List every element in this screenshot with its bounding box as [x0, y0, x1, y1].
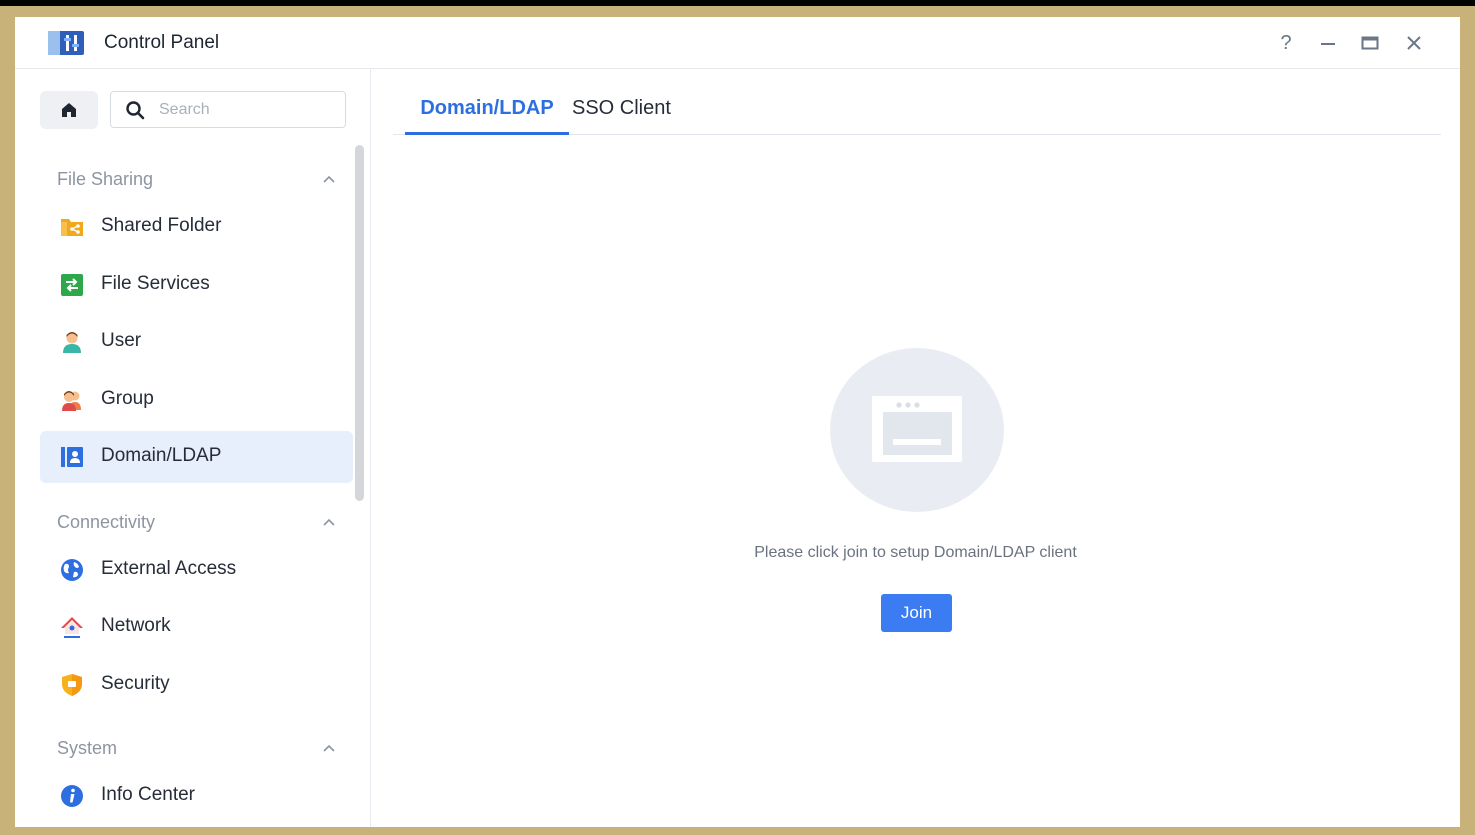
sidebar-item-shared-folder[interactable]: Shared Folder [40, 201, 353, 253]
network-icon [61, 617, 83, 638]
sidebar-item-label: Network [101, 615, 171, 636]
sidebar-item-info-center[interactable]: Info Center [40, 770, 353, 822]
search-icon [126, 100, 145, 119]
user-icon [63, 332, 81, 353]
help-icon: ? [1280, 31, 1292, 54]
tab-sso-client[interactable]: SSO Client [572, 97, 671, 135]
group-label: File Sharing [57, 169, 154, 189]
window-title: Control Panel [104, 32, 220, 53]
chevron-up-icon [323, 518, 335, 526]
control-panel-app-icon [48, 31, 84, 55]
group-label: Connectivity [57, 512, 156, 532]
tab-label: SSO Client [572, 97, 671, 119]
maximize-icon [1361, 36, 1379, 50]
close-icon [1407, 36, 1421, 50]
title-bar[interactable]: Control Panel ? [15, 17, 1460, 69]
sidebar-item-label: Domain/LDAP [101, 445, 222, 466]
empty-state-message: Please click join to setup Domain/LDAP c… [754, 544, 1077, 561]
home-icon [62, 103, 76, 117]
info-icon [61, 785, 83, 807]
close-button[interactable] [1400, 29, 1428, 57]
sidebar-scrollbar[interactable] [355, 145, 364, 501]
sidebar-item-group[interactable]: Group [40, 374, 353, 426]
tab-bar: Domain/LDAP SSO Client [393, 69, 1441, 135]
sidebar: File Sharing Shared Folder File Se [15, 69, 371, 827]
search-input[interactable] [157, 99, 331, 120]
sidebar-item-network[interactable]: Network [40, 601, 353, 653]
shared-folder-icon [61, 219, 83, 236]
group-label: System [57, 738, 118, 758]
tab-domain-ldap[interactable]: Domain/LDAP [405, 97, 569, 135]
file-services-icon [61, 274, 83, 296]
domain-ldap-icon [61, 447, 83, 467]
home-button[interactable] [40, 91, 98, 129]
empty-state-illustration [830, 348, 1004, 512]
sidebar-item-file-services[interactable]: File Services [40, 259, 353, 311]
tab-label: Domain/LDAP [420, 97, 554, 119]
group-connectivity[interactable]: Connectivity [57, 512, 337, 538]
minimize-icon [1321, 43, 1335, 45]
maximize-button[interactable] [1356, 29, 1384, 57]
chevron-up-icon [323, 175, 335, 183]
join-button[interactable]: Join [881, 594, 952, 632]
group-file-sharing[interactable]: File Sharing [57, 169, 337, 195]
sidebar-item-security[interactable]: Security [40, 659, 353, 711]
sidebar-item-label: File Services [101, 273, 210, 294]
group-system[interactable]: System [57, 738, 337, 764]
sidebar-item-external-access[interactable]: External Access [40, 544, 353, 596]
control-panel-window: Control Panel ? Search File Sharing Shar… [15, 17, 1460, 827]
browser-window-icon [872, 396, 962, 462]
shield-icon [62, 674, 82, 696]
globe-icon [61, 559, 83, 581]
sidebar-item-label: External Access [101, 558, 237, 579]
sidebar-item-label: Group [101, 388, 154, 409]
search-box[interactable] [110, 91, 346, 128]
sidebar-item-user[interactable]: User [40, 316, 353, 368]
minimize-button[interactable] [1314, 29, 1342, 57]
main-content: Domain/LDAP SSO Client Please click join… [371, 69, 1460, 827]
group-icon [62, 391, 81, 411]
help-button[interactable]: ? [1272, 29, 1300, 57]
sidebar-item-domain-ldap[interactable]: Domain/LDAP [40, 431, 353, 483]
chevron-up-icon [323, 744, 335, 752]
sidebar-item-label: User [101, 330, 142, 351]
sidebar-item-label: Security [101, 673, 170, 694]
sidebar-item-label: Info Center [101, 784, 195, 805]
sidebar-item-label: Shared Folder [101, 215, 222, 236]
